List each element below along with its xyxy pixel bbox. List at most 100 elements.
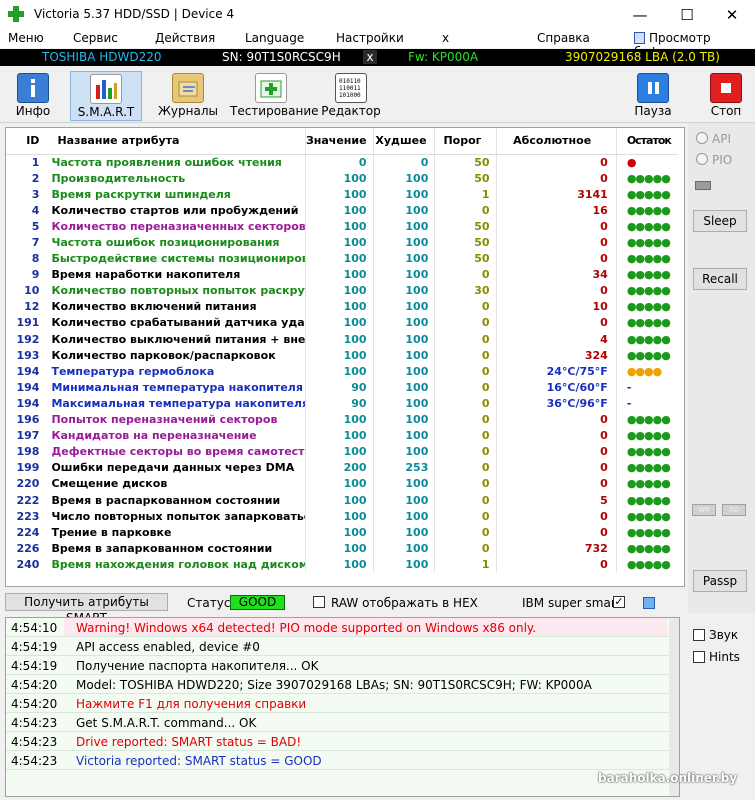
menu-settings[interactable]: Настройки <box>336 31 404 45</box>
stop-button[interactable]: Стоп <box>703 71 749 121</box>
table-row[interactable]: 8 Быстродействие системы позиционирования… <box>6 250 678 267</box>
table-row[interactable]: 10 Количество повторных попыток раскрутки… <box>6 282 678 299</box>
table-row[interactable]: 1 Частота проявления ошибок чтения 0 0 50 0 ● <box>6 154 678 171</box>
attr-id: 10 <box>24 284 40 298</box>
ibm-super-smart-checkbox[interactable]: ✓ <box>613 596 625 608</box>
attr-value: 100 <box>304 282 374 299</box>
tab-testing[interactable]: Тестирование <box>230 71 319 121</box>
hints-checkbox[interactable] <box>693 651 705 663</box>
attr-remaining: ●●●●● <box>615 524 678 541</box>
info-icon <box>17 73 49 103</box>
close-button[interactable]: ✕ <box>709 0 755 30</box>
attr-value: 100 <box>304 524 374 541</box>
col-value[interactable]: Значение <box>304 128 374 155</box>
table-row[interactable]: 5 Количество переназначенных секторов 100 1… <box>6 218 678 235</box>
table-row[interactable]: 9 Время наработки накопителя 100 100 0 34 ●●●●… <box>6 266 678 283</box>
api-radio[interactable] <box>696 132 708 144</box>
attr-remaining: ●●●●● <box>615 314 678 332</box>
table-row[interactable]: 199 Ошибки передачи данных через DMA 200 25… <box>6 459 678 476</box>
attr-raw: 5 <box>495 491 617 509</box>
table-row[interactable]: 192 Количество выключений питания + внеза… <box>6 331 678 348</box>
tab-info-label: Инфо <box>15 104 51 118</box>
table-row[interactable]: 223 Число повторных попыток запарковаться… <box>6 508 678 525</box>
attr-raw: 3141 <box>495 186 617 203</box>
col-id[interactable]: ID <box>6 128 44 155</box>
get-smart-button[interactable]: Получить атрибуты SMART <box>5 593 168 625</box>
table-row[interactable]: 194 Минимальная температура накопителя 90 1… <box>6 379 678 396</box>
watermark: baraholka.onliner.by <box>598 771 738 785</box>
rd-button[interactable]: RD <box>722 504 746 516</box>
table-row[interactable]: 3 Время раскрутки шпинделя 100 100 1 3141 ●●●●… <box>6 186 678 203</box>
col-raw[interactable]: Абсолютное <box>495 128 617 155</box>
attr-id: 199 <box>16 461 40 475</box>
tab-journals[interactable]: Журналы <box>156 71 220 121</box>
raw-hex-checkbox[interactable] <box>313 596 325 608</box>
attr-remaining: ●●●●● <box>615 298 678 315</box>
attr-id: 220 <box>16 477 40 491</box>
col-threshold[interactable]: Порог <box>434 128 497 155</box>
minimize-button[interactable]: — <box>617 0 663 30</box>
menu-language[interactable]: Language <box>245 31 304 45</box>
table-row[interactable]: 197 Кандидатов на переназначение 100 100 0 0 ●… <box>6 427 678 444</box>
log-scrollbar[interactable] <box>669 618 679 796</box>
table-row[interactable]: 4 Количество стартов или пробуждений 100 10… <box>6 202 678 219</box>
attr-raw: 0 <box>495 475 617 492</box>
tab-journals-label: Журналы <box>158 104 218 118</box>
attr-worst: 100 <box>372 443 435 460</box>
api-radio-label: API <box>712 132 731 146</box>
table-row[interactable]: 226 Время в запаркованном состоянии 100 100… <box>6 540 678 557</box>
passp-button[interactable]: Passp <box>693 570 747 592</box>
col-worst[interactable]: Худшее <box>372 128 435 155</box>
clipboard-icon <box>634 32 645 44</box>
sound-option[interactable]: Звук <box>693 628 738 642</box>
table-row[interactable]: 191 Количество срабатываний датчика удара… <box>6 314 678 332</box>
tab-editor[interactable]: 010110 110011 101000 Редактор <box>320 71 382 121</box>
table-row[interactable]: 7 Частота ошибок позиционирования 100 100 50… <box>6 234 678 251</box>
attr-threshold: 1 <box>434 186 497 203</box>
table-row[interactable]: 222 Время в распаркованном состоянии 100 10… <box>6 491 678 509</box>
recall-button[interactable]: Recall <box>693 268 747 290</box>
attr-value: 100 <box>304 266 374 283</box>
maximize-button[interactable]: ☐ <box>664 0 710 30</box>
menu-help[interactable]: Справка <box>537 31 590 45</box>
menu-actions[interactable]: Действия <box>155 31 215 45</box>
attr-worst: 100 <box>372 250 435 267</box>
attr-threshold: 0 <box>434 459 497 476</box>
col-name[interactable]: Название атрибута <box>43 128 306 155</box>
hints-option[interactable]: Hints <box>693 650 740 664</box>
attr-id: 223 <box>16 509 40 523</box>
device-close[interactable]: x <box>363 50 377 64</box>
attr-remaining: ●●●●● <box>615 475 678 492</box>
attr-remaining: ●●●●● <box>615 186 678 203</box>
col-remaining[interactable]: Остаток <box>615 128 678 155</box>
attr-name: Количество переназначенных секторов <box>51 219 306 233</box>
table-row[interactable]: 240 Время нахождения головок над диском 10… <box>6 556 678 573</box>
attr-value: 100 <box>304 508 374 525</box>
menu-close-x[interactable]: x <box>442 31 449 45</box>
tab-info[interactable]: Инфо <box>4 71 62 121</box>
attr-worst: 100 <box>372 298 435 315</box>
attr-remaining: ●●●●● <box>615 491 678 509</box>
table-row[interactable]: 194 Максимальная температура накопителя 90… <box>6 395 678 412</box>
table-row[interactable]: 196 Попыток переназначений секторов 100 100… <box>6 411 678 428</box>
menu-service[interactable]: Сервис <box>73 31 118 45</box>
table-row[interactable]: 224 Трение в парковке 100 100 0 0 ●●●●● <box>6 524 678 541</box>
attr-remaining: ●●●●● <box>615 427 678 444</box>
table-row[interactable]: 194 Температура гермоблока 100 100 0 24°C/75°… <box>6 363 678 380</box>
table-row[interactable]: 198 Дефектные секторы во время самотеста 1… <box>6 443 678 460</box>
table-row[interactable]: 12 Количество включений питания 100 100 0 10 ●… <box>6 298 678 315</box>
attr-name: Температура гермоблока <box>51 364 215 378</box>
wr-button[interactable]: WR <box>692 504 716 516</box>
sound-checkbox[interactable] <box>693 629 705 641</box>
attr-id: 194 <box>16 380 40 394</box>
pio-radio[interactable] <box>696 153 708 165</box>
table-row[interactable]: 220 Смещение дисков 100 100 0 0 ●●●●● <box>6 475 678 492</box>
pause-button[interactable]: Пауза <box>630 71 676 121</box>
table-row[interactable]: 193 Количество парковок/распарковок 100 100… <box>6 347 678 364</box>
tab-smart[interactable]: S.M.A.R.T <box>70 71 142 121</box>
menu-main[interactable]: Меню <box>8 31 44 45</box>
color-indicator[interactable] <box>643 597 655 609</box>
tab-editor-label: Редактор <box>321 104 381 118</box>
table-row[interactable]: 2 Производительность 100 100 50 0 ●●●●● <box>6 170 678 187</box>
sleep-button[interactable]: Sleep <box>693 210 747 232</box>
